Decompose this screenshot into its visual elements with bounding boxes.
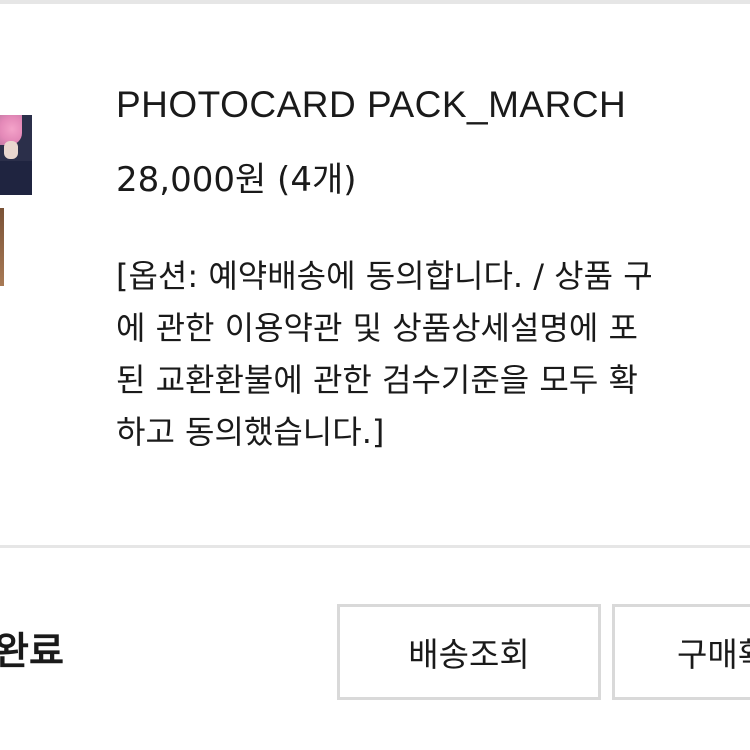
second-thumbnail-edge	[0, 208, 4, 286]
product-options: [옵션: 예약배송에 동의합니다. / 상품 구 에 관한 이용약관 및 상품상…	[116, 250, 750, 458]
confirm-purchase-button[interactable]: 구매확정	[612, 604, 750, 700]
option-line: [옵션: 예약배송에 동의합니다. / 상품 구	[116, 257, 653, 295]
product-price: 28,000원 (4개)	[116, 160, 357, 200]
order-status: 완료	[0, 629, 64, 673]
option-line: 에 관한 이용약관 및 상품상세설명에 포	[116, 309, 638, 347]
product-name[interactable]: PHOTOCARD PACK_MARCH	[116, 84, 626, 126]
confirm-purchase-label: 구매확정	[677, 635, 750, 674]
section-divider	[0, 545, 750, 548]
thumbnail-body-shape	[0, 161, 32, 195]
top-divider	[0, 0, 750, 4]
option-line: 된 교환환불에 관한 검수기준을 모두 확	[116, 361, 638, 399]
track-delivery-label: 배송조회	[408, 635, 530, 674]
thumbnail-hand-shape	[4, 141, 18, 159]
track-delivery-button[interactable]: 배송조회	[337, 604, 601, 700]
option-line: 하고 동의했습니다.]	[116, 413, 385, 451]
product-thumbnail[interactable]	[0, 115, 32, 195]
